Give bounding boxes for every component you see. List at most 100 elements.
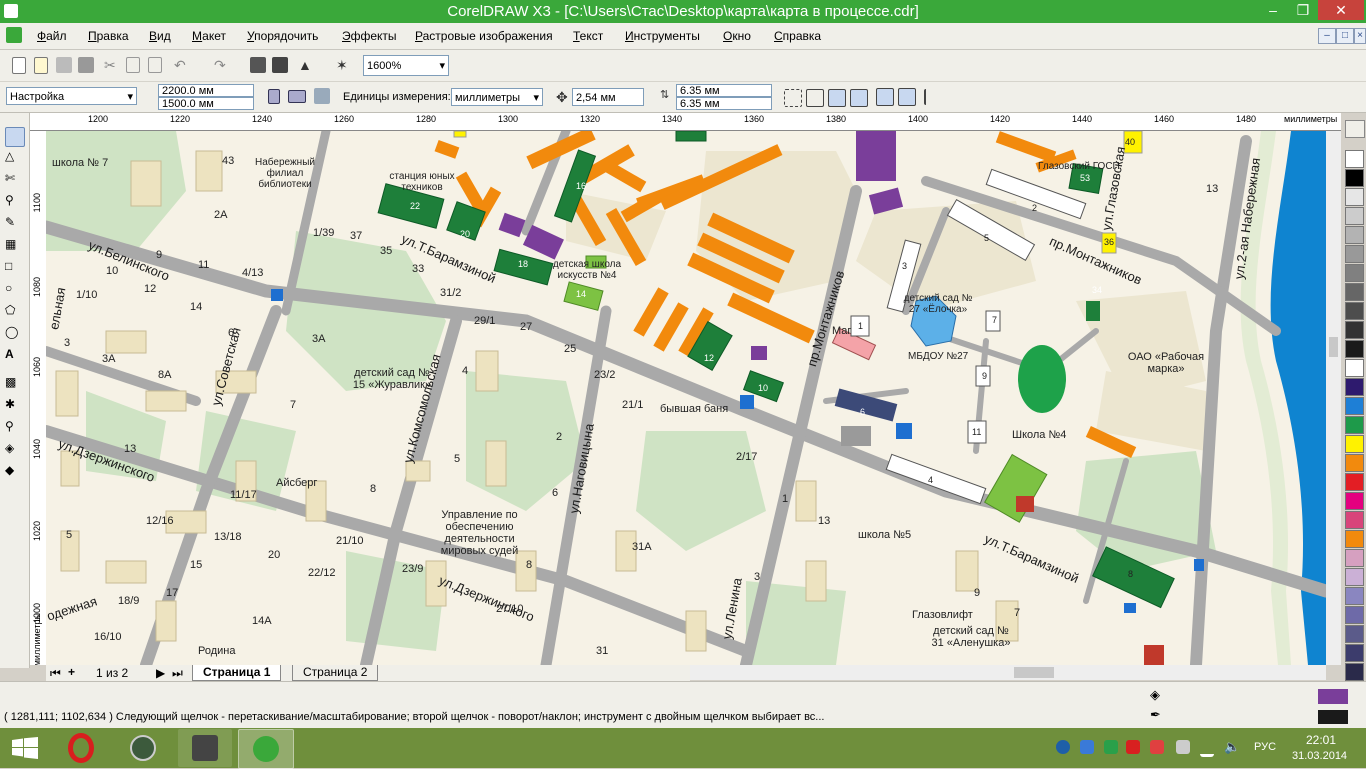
menu-window[interactable]: Окно — [723, 29, 751, 43]
open-icon[interactable] — [34, 57, 48, 74]
palette-swatch[interactable] — [1345, 530, 1364, 548]
next-page-button[interactable]: ▶ — [156, 666, 165, 680]
palette-swatch[interactable] — [1345, 207, 1364, 225]
tab-page-1[interactable]: Страница 1 — [192, 665, 282, 681]
taskbar-app-2[interactable] — [116, 729, 170, 767]
tray-flag-icon[interactable] — [1150, 740, 1164, 754]
zoom-tool-icon[interactable]: ⚲ — [5, 193, 23, 211]
first-page-button[interactable]: ⏮ — [50, 666, 61, 681]
new-icon[interactable] — [12, 57, 26, 74]
palette-swatch[interactable] — [1345, 226, 1364, 244]
last-page-button[interactable]: ⏭ — [172, 666, 183, 681]
palette-swatch[interactable] — [1345, 188, 1364, 206]
vertical-scroll-thumb[interactable] — [1329, 337, 1338, 357]
palette-swatch[interactable] — [1345, 302, 1364, 320]
palette-swatch[interactable] — [1345, 625, 1364, 643]
palette-swatch[interactable] — [1345, 264, 1364, 282]
basic-shapes-tool-icon[interactable]: ◯ — [5, 325, 23, 343]
palette-swatch[interactable] — [1345, 321, 1364, 339]
text-tool-icon[interactable]: A — [5, 347, 23, 365]
pick-tool-icon[interactable] — [5, 127, 25, 147]
tray-check-icon[interactable] — [1104, 740, 1118, 754]
menu-view[interactable]: Вид — [149, 29, 171, 43]
duplicate-x-field[interactable]: 6.35 мм — [676, 84, 772, 97]
tray-app-icon[interactable] — [1080, 740, 1094, 754]
undo-icon[interactable]: ↶ — [174, 57, 190, 73]
paper-preset-select[interactable]: Настройка — [6, 87, 137, 106]
application-launcher-icon[interactable]: ▲ — [298, 57, 314, 73]
horizontal-ruler[interactable]: 1200 1220 1240 1260 1280 1300 1320 1340 … — [46, 113, 1341, 131]
signal-icon[interactable] — [1200, 740, 1214, 757]
palette-swatch[interactable] — [1345, 492, 1364, 510]
polygon-tool-icon[interactable]: ⬠ — [5, 303, 23, 321]
taskbar-world-of-tanks[interactable] — [178, 729, 232, 767]
horizontal-scrollbar[interactable] — [690, 665, 1326, 680]
palette-swatch[interactable] — [1345, 568, 1364, 586]
menu-file[interactable]: Файл — [37, 29, 67, 43]
minimize-button[interactable]: – — [1258, 0, 1288, 20]
start-button[interactable] — [12, 737, 38, 759]
freehand-tool-icon[interactable]: ✎ — [5, 215, 23, 233]
copy-icon[interactable] — [126, 57, 140, 73]
save-icon[interactable] — [56, 57, 72, 73]
palette-swatch[interactable] — [1345, 359, 1364, 377]
tab-page-2[interactable]: Страница 2 — [292, 665, 379, 681]
network-globe-icon[interactable] — [1056, 740, 1070, 754]
palette-swatch[interactable] — [1345, 454, 1364, 472]
palette-swatch[interactable] — [1345, 549, 1364, 567]
snap-objects-icon[interactable] — [828, 89, 846, 107]
restore-button[interactable]: ❐ — [1288, 0, 1318, 20]
volume-icon[interactable]: 🔈 — [1224, 740, 1240, 754]
page-layout-icon[interactable] — [314, 88, 330, 104]
fill-color-swatch[interactable] — [1318, 689, 1348, 704]
close-button[interactable]: ✕ — [1318, 0, 1364, 20]
landscape-icon[interactable] — [288, 90, 306, 103]
paste-icon[interactable] — [148, 57, 162, 73]
zoom-level-select[interactable]: 1600% — [363, 55, 449, 77]
cut-icon[interactable]: ✂ — [104, 57, 120, 73]
palette-swatch[interactable] — [1345, 606, 1364, 624]
redo-icon[interactable]: ↷ — [214, 57, 230, 73]
add-page-button[interactable]: + — [68, 665, 75, 679]
smart-fill-tool-icon[interactable]: ▦ — [5, 237, 23, 255]
doc-restore-button[interactable]: □ — [1336, 28, 1354, 44]
shape-tool-icon[interactable]: △ — [5, 149, 23, 167]
palette-swatch[interactable] — [1345, 511, 1364, 529]
tray-device-icon[interactable] — [1176, 740, 1190, 754]
palette-swatch[interactable] — [1345, 587, 1364, 605]
draw-selection-icon[interactable] — [898, 88, 916, 106]
options-icon[interactable] — [924, 89, 942, 105]
menu-arrange[interactable]: Упорядочить — [247, 29, 318, 43]
palette-swatch[interactable] — [1345, 169, 1364, 187]
language-indicator[interactable]: РУС — [1254, 741, 1276, 753]
page-height-field[interactable]: 1500.0 мм — [158, 97, 254, 110]
page-width-field[interactable]: 2200.0 мм — [158, 84, 254, 97]
palette-swatch[interactable] — [1345, 283, 1364, 301]
import-icon[interactable] — [250, 57, 266, 73]
portrait-icon[interactable] — [268, 89, 280, 104]
menu-tools[interactable]: Инструменты — [625, 29, 700, 43]
palette-menu-icon[interactable] — [1345, 120, 1365, 138]
document-icon[interactable] — [6, 27, 22, 43]
menu-bitmaps[interactable]: Растровые изображения — [415, 29, 553, 43]
interactive-fill-tool-icon[interactable]: ◆ — [5, 463, 23, 481]
clock-date[interactable]: 31.03.2014 — [1292, 750, 1347, 762]
dynamic-guides-icon[interactable] — [850, 89, 868, 107]
units-select[interactable]: миллиметры — [451, 88, 543, 107]
palette-swatch[interactable] — [1345, 340, 1364, 358]
print-icon[interactable] — [78, 57, 94, 73]
outline-color-swatch[interactable] — [1318, 710, 1348, 724]
eyedropper-tool-icon[interactable]: ✱ — [5, 397, 23, 415]
menu-text[interactable]: Текст — [573, 29, 603, 43]
nudge-distance-field[interactable]: 2,54 мм — [572, 88, 644, 106]
taskbar-coreldraw[interactable] — [238, 729, 294, 769]
palette-swatch[interactable] — [1345, 397, 1364, 415]
outline-tool-icon[interactable]: ⚲ — [5, 419, 23, 437]
drawing-canvas[interactable]: ул.Т.Барамзиной ул.Белинского ул.Советск… — [46, 131, 1326, 665]
clock-time[interactable]: 22:01 — [1306, 733, 1336, 747]
snap-grid-icon[interactable] — [784, 89, 802, 107]
doc-minimize-button[interactable]: – — [1318, 28, 1336, 44]
ruler-origin[interactable] — [30, 113, 47, 131]
export-icon[interactable] — [272, 57, 288, 73]
doc-close-button[interactable]: × — [1354, 28, 1366, 44]
